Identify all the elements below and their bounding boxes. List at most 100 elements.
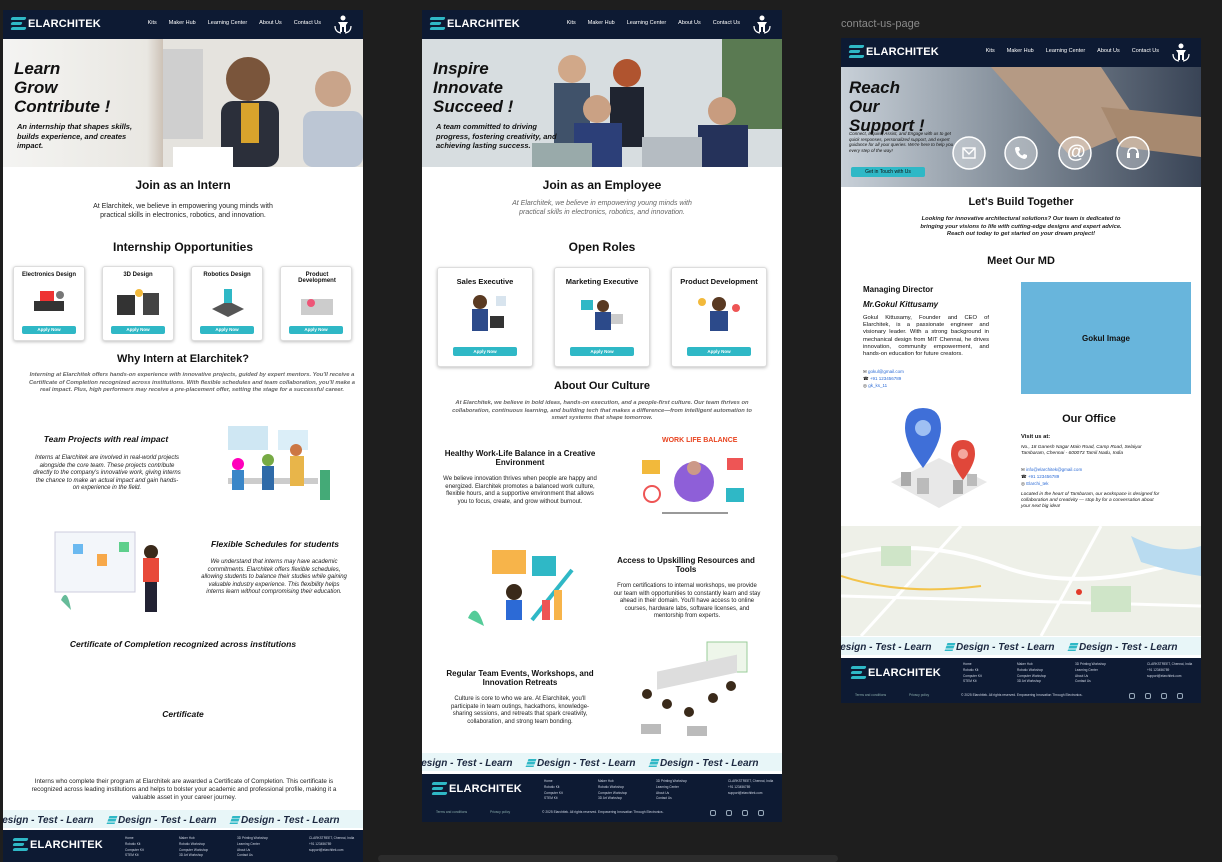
- office-email-row[interactable]: ✉ info@elarchitek@gmail.com: [1021, 466, 1082, 473]
- nav-maker-hub[interactable]: Maker Hub: [588, 20, 615, 26]
- nav-learning-center[interactable]: Learning Center: [208, 20, 247, 26]
- opportunity-card[interactable]: Robotics Design Apply Now: [191, 266, 263, 341]
- md-email-row[interactable]: ✉ gokul@gmail.com: [863, 368, 904, 375]
- nav-about-us[interactable]: About Us: [259, 20, 282, 26]
- footer-link[interactable]: 3D Art Workshop: [179, 853, 208, 859]
- card-title: Electronics Design: [21, 272, 77, 278]
- nav-contact-us[interactable]: Contact Us: [294, 20, 321, 26]
- footer-logo[interactable]: ELARCHITEK: [850, 666, 941, 679]
- footer-logo[interactable]: ELARCHITEK: [431, 782, 522, 795]
- nav-about-us[interactable]: About Us: [678, 20, 701, 26]
- apply-now-button[interactable]: Apply Now: [111, 326, 165, 334]
- role-card[interactable]: Marketing Executive Apply Now: [554, 267, 650, 367]
- office-instagram-row[interactable]: ◎ Elarchi_tek: [1021, 480, 1082, 487]
- apply-now-button[interactable]: Apply Now: [22, 326, 76, 334]
- instagram-icon[interactable]: [710, 810, 716, 816]
- apply-now-button[interactable]: Apply Now: [289, 326, 343, 334]
- logo-icon: [429, 17, 446, 30]
- footer-link[interactable]: 3D Printing Workshop: [1075, 662, 1106, 668]
- linkedin-icon[interactable]: [1161, 693, 1167, 699]
- instagram-icon[interactable]: [1129, 693, 1135, 699]
- headset-icon[interactable]: [1126, 146, 1140, 160]
- brand-name: ELARCHITEK: [868, 666, 941, 679]
- apply-now-button[interactable]: Apply Now: [453, 347, 517, 356]
- nav-contact-us[interactable]: Contact Us: [1132, 48, 1159, 54]
- opportunity-card[interactable]: 3D Design Apply Now: [102, 266, 174, 341]
- footer-email[interactable]: support@elarchitek.com: [309, 848, 354, 854]
- office-phone-row[interactable]: ☎ +91 123456789: [1021, 473, 1082, 480]
- location-map[interactable]: [841, 526, 1201, 636]
- role-card[interactable]: Sales Executive Apply Now: [437, 267, 533, 367]
- footer-link[interactable]: 3D Printing Workshop: [237, 836, 268, 842]
- footer-email[interactable]: support@elarchitek.com: [728, 791, 773, 797]
- nav-kits[interactable]: Kits: [148, 20, 157, 26]
- youtube-icon[interactable]: [758, 810, 764, 816]
- horizontal-scrollbar[interactable]: [378, 855, 838, 862]
- footer-link[interactable]: Robotic Workshop: [1017, 668, 1046, 674]
- footer-link[interactable]: Robotic Workshop: [179, 842, 208, 848]
- footer-link[interactable]: 3D Printing Workshop: [656, 779, 687, 785]
- footer-link[interactable]: 3D Art Workshop: [598, 796, 627, 802]
- brand-logo[interactable]: ELARCHITEK: [10, 17, 101, 30]
- nav-maker-hub[interactable]: Maker Hub: [169, 20, 196, 26]
- logo-icon: [944, 643, 956, 651]
- at-icon[interactable]: @: [1067, 142, 1086, 164]
- nav-contact-us[interactable]: Contact Us: [713, 20, 740, 26]
- linkedin-icon[interactable]: [742, 810, 748, 816]
- culture-text: At Elarchitek, we believe in bold ideas,…: [452, 400, 752, 421]
- footer-link[interactable]: STEM Kit: [544, 796, 563, 802]
- user-accessibility-icon[interactable]: [1171, 42, 1191, 62]
- footer-link[interactable]: STEM Kit: [125, 853, 144, 859]
- footer-link[interactable]: Contact Us: [1075, 679, 1106, 685]
- upskilling-illustration: [468, 550, 574, 626]
- terms-link[interactable]: Terms and conditions: [436, 810, 467, 814]
- privacy-link[interactable]: Privacy policy: [490, 810, 510, 814]
- footer-email[interactable]: support@elarchitek.com: [1147, 674, 1192, 680]
- robotics-illustration: [212, 289, 244, 317]
- footer-link[interactable]: STEM Kit: [963, 679, 982, 685]
- brand-logo[interactable]: ELARCHITEK: [848, 45, 939, 58]
- certificate-label: Certificate: [162, 709, 204, 719]
- privacy-link[interactable]: Privacy policy: [909, 693, 929, 697]
- get-in-touch-button[interactable]: Get in Touch with Us: [851, 167, 925, 177]
- mail-icon[interactable]: [962, 147, 976, 159]
- brand-logo[interactable]: ELARCHITEK: [429, 17, 520, 30]
- footer-col-3: 3D Printing Workshop Learning Center About…: [656, 779, 687, 802]
- terms-link[interactable]: Terms and conditions: [855, 693, 886, 697]
- phone-icon[interactable]: [1014, 146, 1028, 160]
- main-nav: Kits Maker Hub Learning Center About Us …: [567, 20, 740, 26]
- youtube-icon[interactable]: [1177, 693, 1183, 699]
- role-card[interactable]: Product Development Apply Now: [671, 267, 767, 367]
- nav-kits[interactable]: Kits: [567, 20, 576, 26]
- product-dev-illustration: [301, 299, 333, 315]
- nav-maker-hub[interactable]: Maker Hub: [1007, 48, 1034, 54]
- opportunity-card[interactable]: Product Development Apply Now: [280, 266, 352, 341]
- nav-learning-center[interactable]: Learning Center: [1046, 48, 1085, 54]
- footer-link[interactable]: Contact Us: [237, 853, 268, 859]
- footer-logo[interactable]: ELARCHITEK: [12, 838, 103, 851]
- apply-now-button[interactable]: Apply Now: [200, 326, 254, 334]
- footer: ELARCHITEK Home Robotic Kit Computer Kit ST…: [841, 658, 1201, 703]
- facebook-icon[interactable]: [726, 810, 732, 816]
- user-accessibility-icon[interactable]: [752, 14, 772, 34]
- md-phone-row[interactable]: ☎ +91 123456789: [863, 375, 904, 382]
- footer-col-2: Maker Hub Robotic Workshop Computer Worksh…: [598, 779, 627, 802]
- feature-text: Interns at Elarchitek are involved in re…: [33, 455, 181, 491]
- footer-link[interactable]: Robotic Workshop: [598, 785, 627, 791]
- hero-section: Inspire Innovate Succeed ! A team committe…: [422, 39, 782, 167]
- feature-title: Team Projects with real impact: [43, 434, 169, 444]
- facebook-icon[interactable]: [1145, 693, 1151, 699]
- nav-learning-center[interactable]: Learning Center: [627, 20, 666, 26]
- marquee-item: Design - Test - Learn: [1067, 639, 1178, 655]
- nav-kits[interactable]: Kits: [986, 48, 995, 54]
- user-accessibility-icon[interactable]: [333, 14, 353, 34]
- marquee-item: Design - Test - Learn: [841, 642, 932, 653]
- footer-contact: CLARKSTREET, Chennai, India +91 123456789…: [1147, 662, 1192, 679]
- apply-now-button[interactable]: Apply Now: [570, 347, 634, 356]
- opportunity-card[interactable]: Electronics Design Apply Now: [13, 266, 85, 341]
- footer-link[interactable]: Contact Us: [656, 796, 687, 802]
- apply-now-button[interactable]: Apply Now: [687, 347, 751, 356]
- md-instagram-row[interactable]: ◎ gk_ks_11: [863, 382, 904, 389]
- footer-link[interactable]: 3D Art Workshop: [1017, 679, 1046, 685]
- nav-about-us[interactable]: About Us: [1097, 48, 1120, 54]
